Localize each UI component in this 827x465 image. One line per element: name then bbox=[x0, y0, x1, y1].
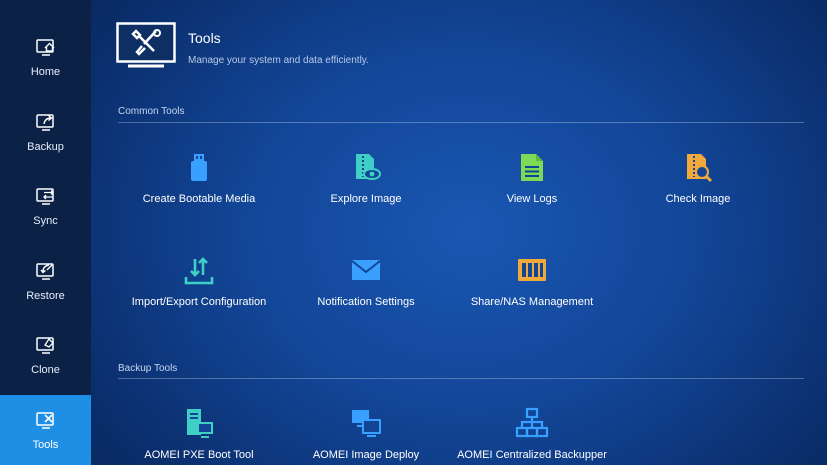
image-deploy-icon bbox=[352, 410, 381, 437]
tool-view-logs[interactable]: View Logs bbox=[447, 150, 617, 205]
pxe-server-icon bbox=[187, 409, 213, 438]
tool-label: View Logs bbox=[506, 193, 558, 205]
tool-label: Explore Image bbox=[330, 193, 402, 205]
tool-explore-image[interactable]: Explore Image bbox=[281, 150, 451, 205]
tool-label: Notification Settings bbox=[317, 296, 415, 308]
usb-drive-icon bbox=[191, 154, 207, 181]
check-image-icon bbox=[687, 154, 713, 183]
tool-label: AOMEI Centralized Backupper bbox=[457, 449, 607, 461]
backup-icon bbox=[35, 114, 54, 131]
home-icon bbox=[35, 39, 54, 56]
section-title-backup-tools: Backup Tools bbox=[118, 363, 178, 374]
sidebar-item-label: Tools bbox=[32, 439, 59, 451]
section-divider bbox=[118, 378, 804, 379]
sidebar-item-label: Home bbox=[30, 66, 61, 78]
tools-icon bbox=[35, 412, 54, 429]
sidebar-item-restore[interactable]: Restore bbox=[0, 246, 91, 316]
tool-label: Import/Export Configuration bbox=[131, 296, 267, 308]
sidebar: Home Backup Sync Restore Clone Tools bbox=[0, 0, 91, 465]
tool-aomei-centralized-backupper[interactable]: AOMEI Centralized Backupper bbox=[447, 406, 617, 461]
sidebar-item-home[interactable]: Home bbox=[0, 22, 91, 92]
sync-icon bbox=[35, 188, 54, 205]
section-title-common-tools: Common Tools bbox=[118, 106, 185, 117]
sidebar-item-label: Restore bbox=[26, 290, 65, 302]
clone-icon bbox=[35, 337, 54, 354]
tool-label: Share/NAS Management bbox=[470, 296, 594, 308]
tool-share-nas-management[interactable]: Share/NAS Management bbox=[447, 253, 617, 308]
import-export-icon bbox=[184, 257, 214, 285]
envelope-icon bbox=[351, 260, 381, 280]
sidebar-item-backup[interactable]: Backup bbox=[0, 97, 91, 167]
sidebar-item-sync[interactable]: Sync bbox=[0, 171, 91, 241]
sidebar-item-label: Backup bbox=[27, 141, 64, 153]
tool-aomei-image-deploy[interactable]: AOMEI Image Deploy bbox=[281, 406, 451, 461]
sidebar-item-label: Sync bbox=[33, 215, 58, 227]
page-subtitle: Manage your system and data efficiently. bbox=[188, 55, 369, 66]
tools-monitor-icon bbox=[116, 22, 176, 68]
network-hierarchy-icon bbox=[515, 407, 549, 438]
tool-label: Create Bootable Media bbox=[142, 193, 256, 205]
nas-icon bbox=[518, 259, 546, 281]
log-file-icon bbox=[521, 154, 543, 181]
sidebar-item-label: Clone bbox=[31, 364, 60, 376]
tool-label: AOMEI PXE Boot Tool bbox=[144, 449, 254, 461]
sidebar-item-clone[interactable]: Clone bbox=[0, 320, 91, 390]
explore-image-icon bbox=[356, 154, 381, 180]
sidebar-item-tools[interactable]: Tools bbox=[0, 395, 91, 465]
tool-create-bootable-media[interactable]: Create Bootable Media bbox=[114, 150, 284, 205]
tool-check-image[interactable]: Check Image bbox=[613, 150, 783, 205]
tool-label: Check Image bbox=[665, 193, 731, 205]
tool-import-export-configuration[interactable]: Import/Export Configuration bbox=[114, 253, 284, 308]
tool-label: AOMEI Image Deploy bbox=[312, 449, 420, 461]
page-title: Tools bbox=[188, 30, 221, 46]
tool-aomei-pxe-boot-tool[interactable]: AOMEI PXE Boot Tool bbox=[114, 406, 284, 461]
restore-icon bbox=[35, 263, 54, 280]
tool-notification-settings[interactable]: Notification Settings bbox=[281, 253, 451, 308]
section-divider bbox=[118, 122, 804, 123]
